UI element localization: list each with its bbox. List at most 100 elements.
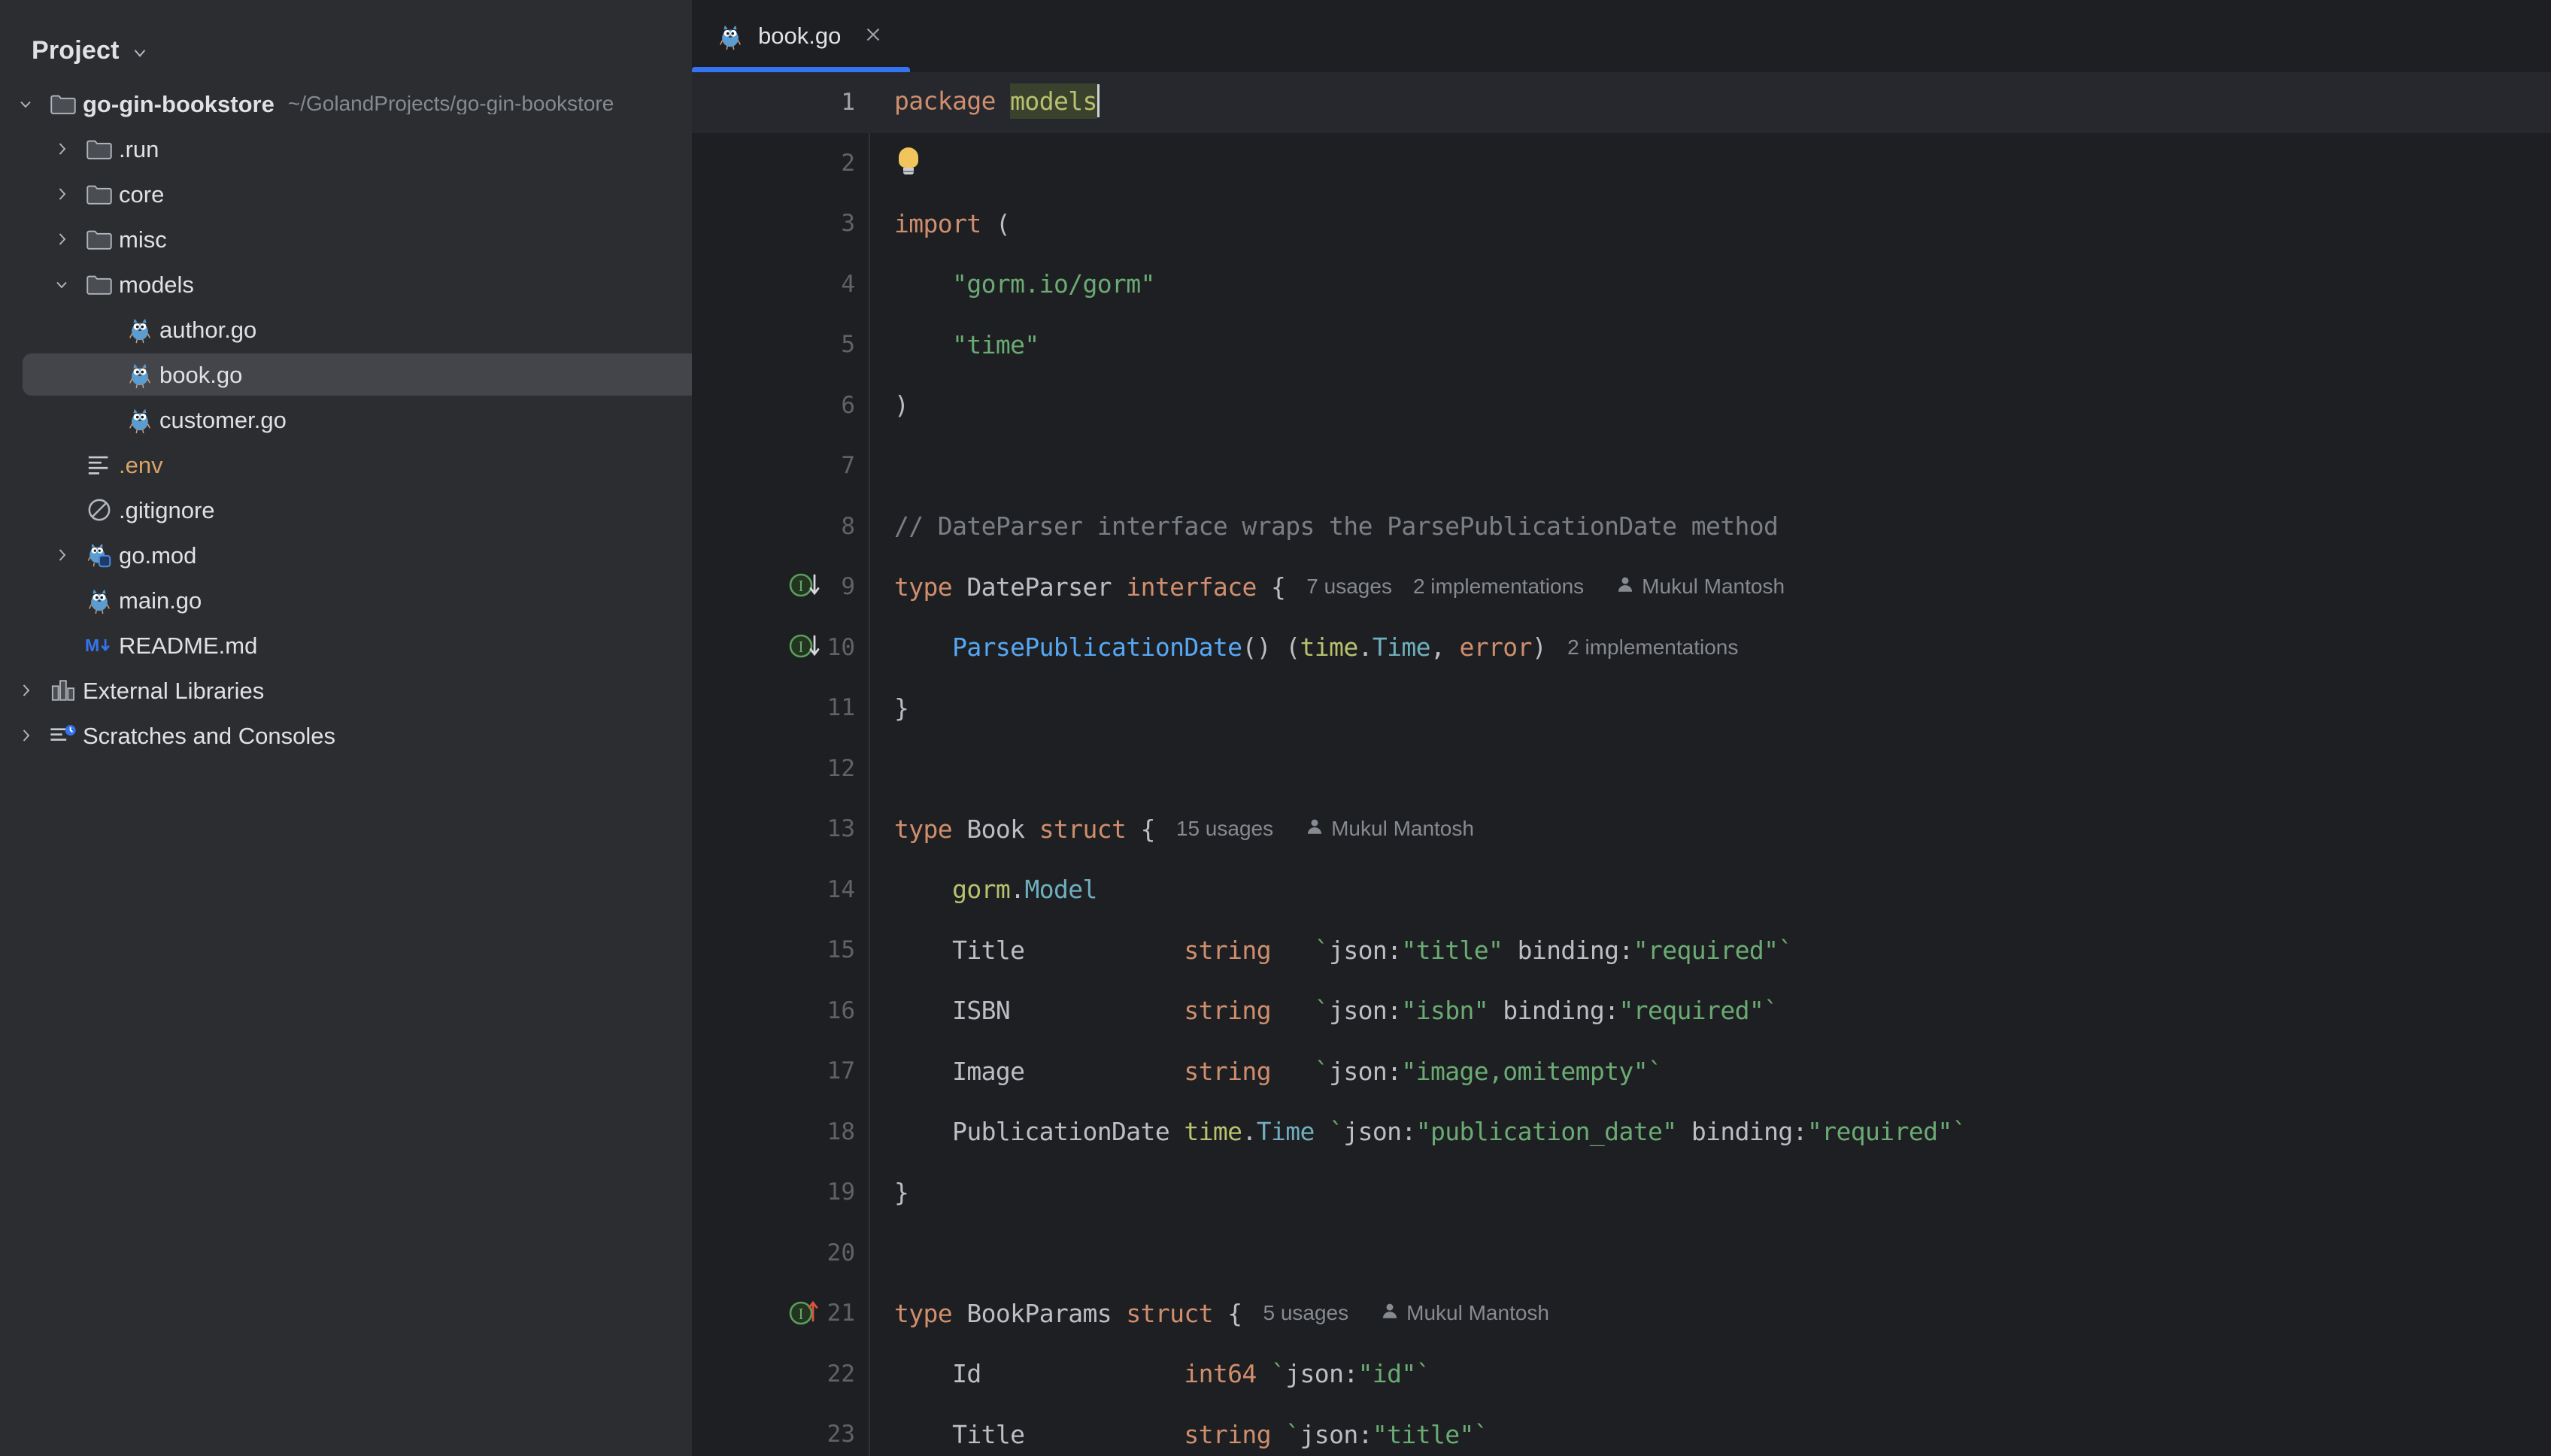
code-line-1[interactable]: package models [869, 72, 2551, 133]
code-vision-usages[interactable]: 5 usages [1263, 1301, 1348, 1325]
chevron-right-icon[interactable] [44, 230, 80, 248]
gutter-line-13[interactable]: 13 [692, 799, 869, 860]
chevron-down-icon[interactable] [8, 95, 44, 113]
tree-item-main-go[interactable]: main.go [0, 578, 692, 623]
tree-item-book-go[interactable]: book.go [0, 352, 692, 397]
code-line-10[interactable]: ParsePublicationDate() (time.Time, error… [869, 617, 2551, 678]
code-vision-implementations[interactable]: 2 implementations [1567, 635, 1738, 660]
code-vision-usages[interactable]: 15 usages [1176, 817, 1273, 841]
code-line-23[interactable]: Title string `json:"title"` [869, 1404, 2551, 1456]
code-content[interactable]: package models import ( "gorm.io/gorm" "t… [869, 72, 2551, 1456]
tree-item-core[interactable]: core [0, 171, 692, 217]
code-line-17[interactable]: Image string `json:"image,omitempty"` [869, 1041, 2551, 1102]
gutter-line-18[interactable]: 18 [692, 1102, 869, 1163]
gutter-line-6[interactable]: 6 [692, 375, 869, 436]
code-line-18[interactable]: PublicationDate time.Time `json:"publica… [869, 1102, 2551, 1163]
close-icon[interactable] [862, 23, 884, 50]
code-line-7[interactable] [869, 435, 2551, 496]
code-editor[interactable]: 1 2 3 4 5 6 7 8 9 I 10 I 11 12 13 14 15 16 17 18 19 20 21 I 22 23… [692, 72, 2551, 1456]
code-token: "required" [1618, 996, 1764, 1026]
chevron-right-icon[interactable] [44, 185, 80, 203]
project-panel-header[interactable]: Project [0, 0, 692, 75]
code-line-16[interactable]: ISBN string `json:"isbn" binding:"requir… [869, 981, 2551, 1042]
gutter-line-23[interactable]: 23 [692, 1404, 869, 1456]
tree-item-label: core [119, 180, 165, 208]
code-line-11[interactable]: } [869, 678, 2551, 739]
code-token: json: [1343, 1117, 1416, 1147]
code-line-13[interactable]: type Book struct {15 usages Mukul Mantosh [869, 799, 2551, 860]
tree-item-go-mod[interactable]: go.mod [0, 532, 692, 578]
gutter-line-21[interactable]: 21 I [692, 1283, 869, 1344]
code-line-text: Id int64 `json:"id"` [869, 1361, 1431, 1386]
tree-item-author-go[interactable]: author.go [0, 307, 692, 352]
code-line-2[interactable] [869, 133, 2551, 194]
code-line-20[interactable] [869, 1223, 2551, 1284]
gutter-line-17[interactable]: 17 [692, 1041, 869, 1102]
tree-item-gitignore[interactable]: .gitignore [0, 487, 692, 532]
code-vision-implementations[interactable]: 2 implementations [1413, 575, 1584, 599]
tree-item-models[interactable]: models [0, 262, 692, 307]
gutter-line-16[interactable]: 16 [692, 981, 869, 1042]
intention-bulb-icon[interactable] [899, 147, 918, 175]
gutter-line-15[interactable]: 15 [692, 920, 869, 981]
code-line-8[interactable]: // DateParser interface wraps the ParseP… [869, 496, 2551, 557]
gutter-line-4[interactable]: 4 [692, 254, 869, 315]
tree-item-label: .env [119, 451, 163, 478]
editor-gutter[interactable]: 1 2 3 4 5 6 7 8 9 I 10 I 11 12 13 14 15 16 17 18 19 20 21 I 22 23 [692, 72, 869, 1456]
implements-down-icon[interactable]: I [788, 570, 830, 603]
gutter-line-19[interactable]: 19 [692, 1162, 869, 1223]
implements-down-icon[interactable]: I [788, 631, 830, 664]
editor-pane: book.go 1 2 3 4 5 6 7 8 9 I 10 I 11 12 13 14 15 16 17 18 19 2… [692, 0, 2551, 1456]
gutter-line-20[interactable]: 20 [692, 1223, 869, 1284]
code-line-15[interactable]: Title string `json:"title" binding:"requ… [869, 920, 2551, 981]
tree-item-readme-md[interactable]: M README.md [0, 623, 692, 668]
code-line-6[interactable]: ) [869, 375, 2551, 436]
gutter-line-2[interactable]: 2 [692, 133, 869, 194]
code-vision-author[interactable]: Mukul Mantosh [1615, 575, 1785, 599]
code-token: string [1184, 1056, 1271, 1086]
chevron-down-icon[interactable] [44, 275, 80, 293]
editor-tab-book-go[interactable]: book.go [692, 0, 911, 72]
gutter-line-9[interactable]: 9I [692, 557, 869, 617]
code-line-text: import ( [869, 211, 1011, 236]
gutter-line-3[interactable]: 3 [692, 193, 869, 254]
tree-item-scratches-and-consoles[interactable]: Scratches and Consoles [0, 713, 692, 758]
code-line-21[interactable]: type BookParams struct {5 usages Mukul Ma… [869, 1283, 2551, 1344]
code-line-3[interactable]: import ( [869, 193, 2551, 254]
gutter-line-1[interactable]: 1 [692, 72, 869, 133]
gutter-line-22[interactable]: 22 [692, 1344, 869, 1405]
tree-item-run[interactable]: .run [0, 126, 692, 171]
gutter-line-8[interactable]: 8 [692, 496, 869, 557]
chevron-right-icon[interactable] [44, 140, 80, 158]
gutter-line-14[interactable]: 14 [692, 860, 869, 921]
chevron-right-icon[interactable] [44, 546, 80, 564]
code-line-9[interactable]: type DateParser interface {7 usages 2 imp… [869, 557, 2551, 617]
code-line-14[interactable]: gorm.Model [869, 860, 2551, 921]
code-vision-author[interactable]: Mukul Mantosh [1380, 1301, 1549, 1326]
gutter-line-11[interactable]: 11 [692, 678, 869, 739]
implemented-up-icon[interactable]: I [788, 1297, 830, 1330]
chevron-right-icon[interactable] [8, 681, 44, 699]
code-line-19[interactable]: } [869, 1162, 2551, 1223]
tree-item-customer-go[interactable]: customer.go [0, 397, 692, 442]
gutter-line-7[interactable]: 7 [692, 435, 869, 496]
gutter-line-12[interactable]: 12 [692, 739, 869, 799]
project-tree[interactable]: go-gin-bookstore ~/GolandProjects/go-gin-… [0, 75, 692, 758]
tree-item-external-libraries[interactable]: External Libraries [0, 668, 692, 713]
code-vision-usages[interactable]: 7 usages [1306, 575, 1392, 599]
code-line-22[interactable]: Id int64 `json:"id"` [869, 1344, 2551, 1405]
code-vision-author[interactable]: Mukul Mantosh [1305, 817, 1474, 842]
code-line-5[interactable]: "time" [869, 314, 2551, 375]
gutter-line-10[interactable]: 10 I [692, 617, 869, 678]
code-line-12[interactable] [869, 739, 2551, 799]
tree-item-env[interactable]: .env [0, 442, 692, 487]
chevron-right-icon[interactable] [8, 726, 44, 745]
code-line-4[interactable]: "gorm.io/gorm" [869, 254, 2551, 315]
gutter-line-5[interactable]: 5 [692, 314, 869, 375]
tree-item-misc[interactable]: misc [0, 217, 692, 262]
chevron-down-icon[interactable] [130, 43, 150, 62]
tree-item-go-gin-bookstore[interactable]: go-gin-bookstore ~/GolandProjects/go-gin-… [0, 81, 692, 126]
